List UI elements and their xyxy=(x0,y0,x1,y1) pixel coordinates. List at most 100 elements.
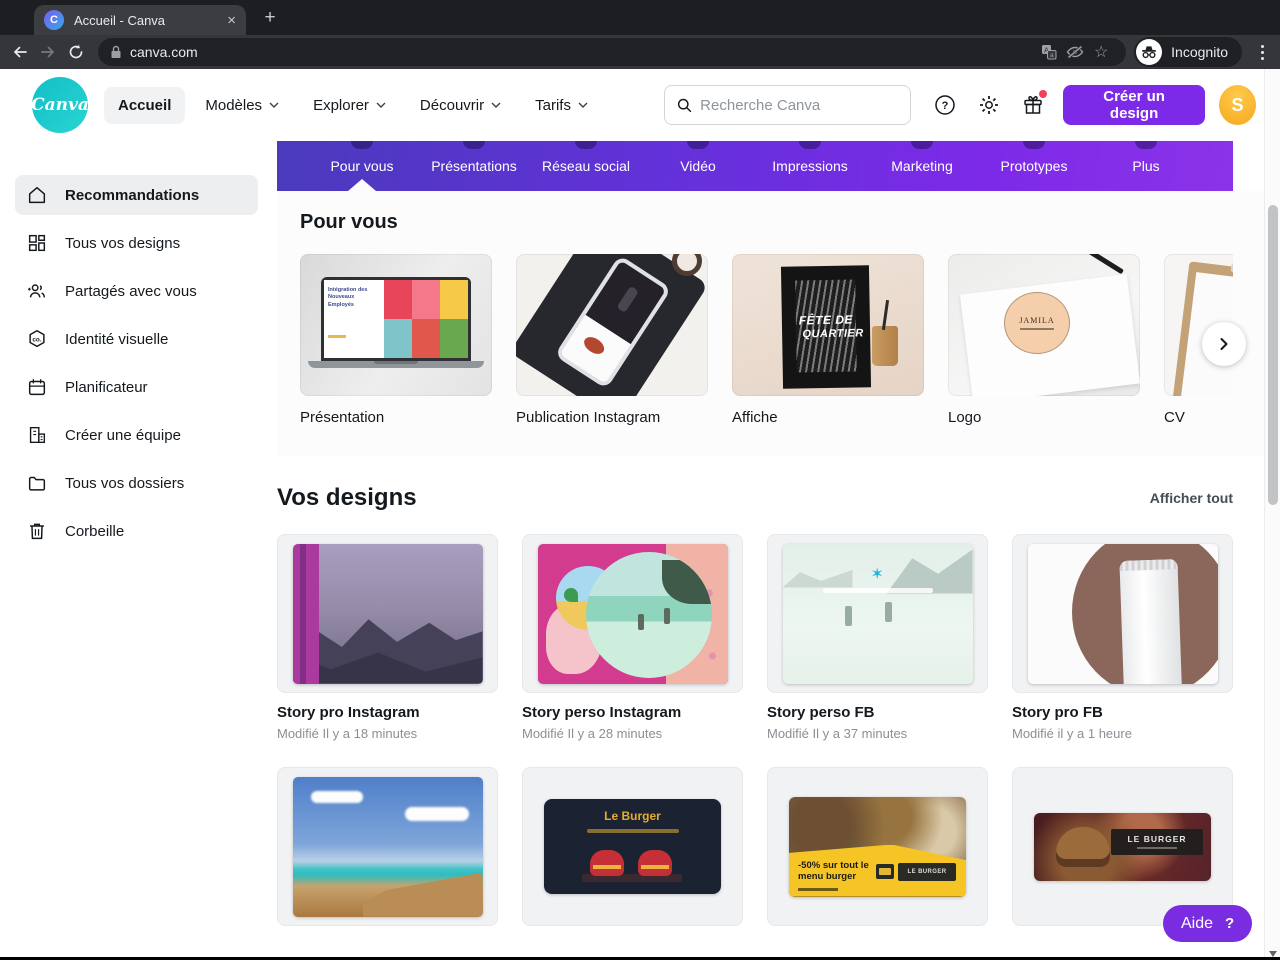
settings-gear-icon[interactable] xyxy=(971,87,1007,123)
active-category-pointer xyxy=(348,179,376,191)
scrollbar-thumb[interactable] xyxy=(1268,205,1278,505)
url-text: canva.com xyxy=(130,44,198,60)
design-card-story-pro-instagram[interactable]: Story pro Instagram Modifié Il y a 18 mi… xyxy=(277,534,498,741)
design-thumbnail xyxy=(1027,543,1218,684)
design-thumbnail xyxy=(292,543,483,684)
address-bar[interactable]: canva.com Aa ☆ xyxy=(98,38,1127,66)
svg-text:?: ? xyxy=(942,100,949,112)
browser-tab[interactable]: C Accueil - Canva × xyxy=(34,5,246,35)
category-marketing[interactable]: Marketing xyxy=(866,141,978,191)
sidebar-item-identite-visuelle[interactable]: co. Identité visuelle xyxy=(15,319,258,359)
home-icon xyxy=(25,183,49,207)
svg-text:co.: co. xyxy=(32,336,41,343)
sidebar-item-planificateur[interactable]: Planificateur xyxy=(15,367,258,407)
calendar-icon xyxy=(25,375,49,399)
nav-accueil[interactable]: Accueil xyxy=(104,86,186,124)
incognito-icon xyxy=(1136,39,1163,65)
back-button[interactable] xyxy=(6,38,34,66)
forward-button[interactable] xyxy=(34,38,62,66)
design-card-story-perso-instagram[interactable]: Story perso Instagram Modifié Il y a 28 … xyxy=(522,534,743,741)
incognito-badge: Incognito xyxy=(1134,37,1242,67)
category-video[interactable]: Vidéo xyxy=(642,141,754,191)
new-tab-button[interactable]: + xyxy=(258,6,282,30)
category-presentations[interactable]: Présentations xyxy=(418,141,530,191)
design-card-le-burger-dark[interactable]: Le Burger xyxy=(522,767,743,926)
app-header: Canva Accueil Modèles Explorer Découvrir… xyxy=(0,69,1280,141)
category-plus[interactable]: Plus xyxy=(1090,141,1202,191)
design-thumbnail: -50% sur tout le menu burger LE BURGER xyxy=(789,796,966,897)
category-prototypes[interactable]: Prototypes xyxy=(978,141,1090,191)
help-icon[interactable]: ? xyxy=(927,87,963,123)
reload-button[interactable] xyxy=(62,38,90,66)
category-banner: Pour vous Présentations Réseau social Vi… xyxy=(277,141,1233,191)
show-all-link[interactable]: Afficher tout xyxy=(1150,490,1233,506)
nav-decouvrir[interactable]: Découvrir xyxy=(406,87,515,124)
create-design-button[interactable]: Créer un design xyxy=(1063,85,1205,125)
brand-kit-icon: co. xyxy=(25,327,49,351)
main-content: Pour vous Présentations Réseau social Vi… xyxy=(268,141,1280,960)
category-reseau-social[interactable]: Réseau social xyxy=(530,141,642,191)
translate-icon[interactable]: Aa xyxy=(1036,41,1062,63)
design-card-story-perso-fb[interactable]: ✶ Story perso FB Modifié Il y a 37 minut… xyxy=(767,534,988,741)
password-eye-off-icon[interactable] xyxy=(1062,41,1088,63)
template-thumbnail: Intégration des Nouveaux Employés xyxy=(300,254,492,396)
design-thumbnail: LE BURGER xyxy=(1034,812,1211,881)
sidebar-item-creer-une-equipe[interactable]: Créer une équipe xyxy=(15,415,258,455)
section-title: Pour vous xyxy=(300,211,398,233)
carousel-next-button[interactable] xyxy=(1202,322,1246,366)
browser-menu-icon[interactable] xyxy=(1250,40,1274,64)
design-card-burger-promo[interactable]: -50% sur tout le menu burger LE BURGER xyxy=(767,767,988,926)
trash-icon xyxy=(25,519,49,543)
template-card-publication-instagram[interactable]: Publication Instagram xyxy=(516,254,708,426)
sidebar-item-tous-vos-designs[interactable]: Tous vos designs xyxy=(15,223,258,263)
user-avatar[interactable]: S xyxy=(1218,85,1256,125)
design-card-story-pro-fb[interactable]: Story pro FB Modifié il y a 1 heure xyxy=(1012,534,1233,741)
page-scrollbar[interactable] xyxy=(1264,69,1280,960)
section-title: Vos designs xyxy=(277,484,417,511)
search-box[interactable] xyxy=(663,85,912,125)
template-thumbnail: JAMILA xyxy=(948,254,1140,396)
canva-favicon-icon: C xyxy=(44,10,64,30)
for-you-section: Pour vous Intégration des Nouveaux Emplo… xyxy=(277,191,1280,456)
template-card-presentation[interactable]: Intégration des Nouveaux Employés Présen… xyxy=(300,254,492,426)
sidebar-item-tous-vos-dossiers[interactable]: Tous vos dossiers xyxy=(15,463,258,503)
bookmark-star-icon[interactable]: ☆ xyxy=(1088,41,1114,63)
browser-tabstrip: C Accueil - Canva × + xyxy=(0,0,1280,35)
your-designs-section: Vos designs Afficher tout Story pro Inst… xyxy=(277,484,1233,926)
design-thumbnail: ✶ xyxy=(782,543,973,684)
nav-explorer[interactable]: Explorer xyxy=(299,87,400,124)
tab-close-icon[interactable]: × xyxy=(227,12,236,29)
nav-modeles[interactable]: Modèles xyxy=(191,87,293,124)
gift-icon[interactable] xyxy=(1015,87,1051,123)
designs-grid-icon xyxy=(25,231,49,255)
design-thumbnail xyxy=(537,543,728,684)
design-card-burger-banner[interactable]: LE BURGER xyxy=(1012,767,1233,926)
sidebar-item-partages-avec-vous[interactable]: Partagés avec vous xyxy=(15,271,258,311)
chevron-down-icon xyxy=(269,102,279,108)
svg-text:a: a xyxy=(1050,52,1054,59)
design-card-beach[interactable] xyxy=(277,767,498,926)
search-icon xyxy=(677,98,692,112)
main-nav: Accueil Modèles Explorer Découvrir Tarif… xyxy=(104,86,602,124)
search-input[interactable] xyxy=(700,96,899,114)
nav-tarifs[interactable]: Tarifs xyxy=(521,87,602,124)
template-thumbnail: FÊTE DE QUARTIER xyxy=(732,254,924,396)
incognito-label: Incognito xyxy=(1171,44,1228,60)
template-thumbnail xyxy=(516,254,708,396)
template-card-affiche[interactable]: FÊTE DE QUARTIER Affiche xyxy=(732,254,924,426)
team-building-icon xyxy=(25,423,49,447)
tab-title: Accueil - Canva xyxy=(74,12,166,28)
help-button[interactable]: Aide ? xyxy=(1163,905,1253,942)
chevron-down-icon xyxy=(578,102,588,108)
browser-toolbar: canva.com Aa ☆ Incognito xyxy=(0,35,1280,69)
sidebar-item-corbeille[interactable]: Corbeille xyxy=(15,511,258,551)
lock-icon xyxy=(111,45,121,58)
sidebar-item-recommandations[interactable]: Recommandations xyxy=(15,175,258,215)
shared-people-icon xyxy=(25,279,49,303)
design-thumbnail: Le Burger xyxy=(544,799,721,894)
category-impressions[interactable]: Impressions xyxy=(754,141,866,191)
canva-logo[interactable]: Canva xyxy=(31,77,89,133)
template-card-logo[interactable]: JAMILA Logo xyxy=(948,254,1140,426)
folder-icon xyxy=(25,471,49,495)
notification-dot xyxy=(1039,90,1048,98)
